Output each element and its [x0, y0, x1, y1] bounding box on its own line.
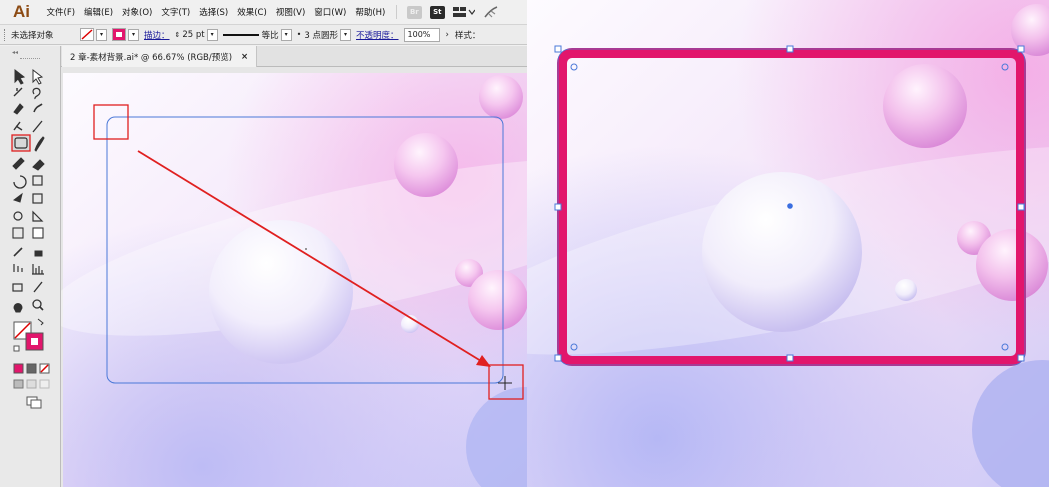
workspace-layout-icon[interactable] — [452, 6, 475, 18]
pink-sphere-top — [394, 133, 458, 197]
menu-view[interactable]: 视图(V) — [271, 6, 309, 18]
chevron-right-icon[interactable]: › — [446, 30, 449, 40]
mesh-tool-icon — [12, 227, 24, 239]
document-tab-bar: 2 章-素材背景.ai* @ 66.67% (RGB/预览) × — [61, 46, 527, 67]
menu-type[interactable]: 文字(T) — [157, 6, 195, 18]
large-white-sphere — [702, 172, 862, 332]
chevron-down-icon[interactable]: ▾ — [340, 28, 351, 41]
opacity-label[interactable]: 不透明度： — [356, 29, 399, 41]
stock-button[interactable]: St — [429, 5, 445, 19]
result-artwork — [527, 0, 1049, 487]
line-profile-icon — [222, 33, 259, 36]
bridge-button[interactable]: Br — [406, 5, 422, 19]
stroke-label[interactable]: 描边： — [144, 29, 170, 41]
left-screenshot-panel: Ai 文件(F) 编辑(E) 对象(O) 文字(T) 选择(S) 效果(C) 视… — [0, 0, 527, 487]
menu-select[interactable]: 选择(S) — [195, 6, 233, 18]
blend-tool-icon — [34, 250, 43, 257]
fill-color-swatch[interactable]: ▾ — [112, 28, 139, 41]
drawing-mode-buttons[interactable] — [14, 380, 50, 389]
selection-status: 未选择对象 — [11, 30, 54, 41]
shaper-tool-icon — [12, 157, 25, 170]
stroke-weight-value[interactable]: 25 pt — [182, 30, 204, 40]
grip-icon — [4, 28, 8, 41]
direct-selection-tool-icon — [32, 68, 44, 85]
screen-mode-button[interactable] — [27, 397, 42, 409]
column-graph-tool-icon — [32, 264, 44, 275]
search-feather-icon[interactable] — [483, 5, 499, 19]
lasso-tool-icon — [32, 87, 41, 100]
document-tab[interactable]: 2 章-素材背景.ai* @ 66.67% (RGB/预览) × — [62, 46, 258, 67]
stroke-color-swatch[interactable]: ▾ — [80, 28, 107, 41]
menu-separator — [395, 5, 397, 19]
eyedropper-tool-icon — [13, 247, 23, 257]
style-label: 样式： — [454, 30, 481, 41]
brush-definition[interactable]: • 3 点圆形 ▾ — [296, 28, 351, 41]
chevron-down-icon[interactable]: ▾ — [96, 28, 107, 41]
perspective-grid-tool-icon — [32, 210, 44, 222]
curvature-tool-icon — [33, 103, 43, 113]
artboard-tool-icon — [12, 283, 23, 292]
selection-tool-icon — [14, 68, 26, 85]
right-screenshot-panel — [527, 0, 1049, 487]
free-transform-tool-icon — [32, 193, 43, 204]
symbol-sprayer-tool-icon — [13, 264, 23, 272]
line-tool-icon — [32, 120, 43, 133]
scale-tool-icon — [32, 175, 43, 186]
fill-stroke-widget[interactable] — [14, 322, 44, 352]
large-white-sphere — [209, 220, 353, 364]
artboard-canvas[interactable] — [61, 67, 527, 487]
tool-icons — [11, 68, 50, 409]
brush-label: 3 点圆形 — [304, 30, 338, 41]
gradient-tool-icon — [32, 227, 44, 239]
menu-object[interactable]: 对象(O) — [118, 6, 157, 18]
menu-bar: Ai 文件(F) 编辑(E) 对象(O) 文字(T) 选择(S) 效果(C) 视… — [0, 0, 527, 24]
magic-wand-tool-icon — [13, 87, 23, 97]
menu-file[interactable]: 文件(F) — [42, 6, 80, 18]
chevron-down-icon[interactable]: ▾ — [128, 28, 139, 41]
app-logo: Ai — [13, 2, 30, 21]
hand-tool-icon — [13, 303, 23, 313]
menu-window[interactable]: 窗口(W) — [310, 6, 351, 18]
color-mode-buttons[interactable] — [14, 364, 50, 374]
rotate-tool-icon — [13, 175, 27, 189]
document-tab-title: 2 章-素材背景.ai* @ 66.67% (RGB/预览) — [70, 52, 233, 63]
center-point — [787, 203, 793, 209]
pen-tool-icon — [13, 103, 24, 115]
slice-tool-icon — [33, 281, 43, 293]
variable-width-profile[interactable]: 等比 ▾ — [222, 28, 292, 41]
eraser-tool-icon — [32, 159, 45, 171]
stepper-icon[interactable]: ⇕ — [175, 31, 181, 39]
canvas-artwork — [61, 67, 527, 487]
anchor-tool-icon — [13, 121, 23, 131]
opacity-field[interactable]: 100% — [403, 27, 440, 42]
zoom-tool-icon — [32, 299, 42, 309]
tools-panel: ◂◂ — [0, 46, 61, 487]
chevron-down-icon[interactable]: ▾ — [280, 28, 292, 41]
close-tab-icon[interactable]: × — [241, 52, 248, 62]
control-bar: 未选择对象 ▾ ▾ 描边： ⇕ 25 pt ▾ 等比 ▾ • 3 点圆形 ▾ 不… — [0, 24, 527, 45]
shape-builder-tool-icon — [13, 211, 23, 221]
menu-effect[interactable]: 效果(C) — [233, 6, 272, 18]
menu-edit[interactable]: 编辑(E) — [80, 6, 118, 18]
dot-icon: • — [296, 30, 302, 39]
menu-help[interactable]: 帮助(H) — [351, 6, 390, 18]
pink-sphere — [883, 64, 967, 148]
chevron-down-icon[interactable]: ▾ — [206, 28, 218, 41]
stroke-weight-field[interactable]: ⇕ 25 pt ▾ — [175, 28, 218, 41]
profile-label: 等比 — [261, 30, 279, 41]
paintbrush-tool-icon — [34, 136, 45, 152]
width-tool-icon — [12, 192, 23, 203]
